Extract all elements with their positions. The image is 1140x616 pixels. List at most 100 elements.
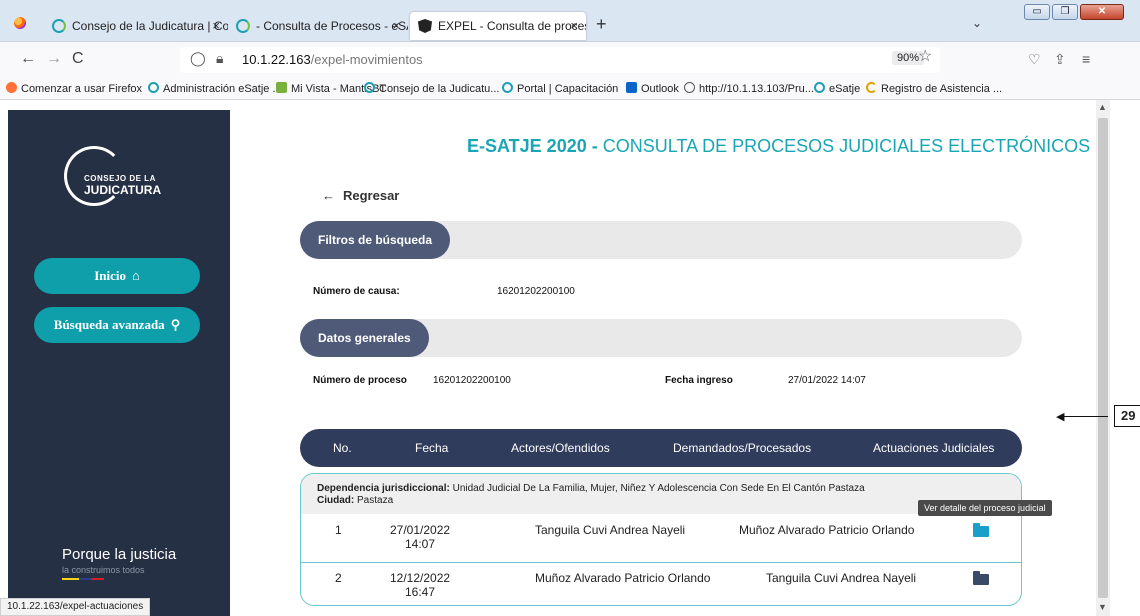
tab-expel[interactable]: EXPEL - Consulta de procesos ×	[410, 12, 586, 40]
forward-button[interactable]: →	[46, 50, 62, 68]
registro-icon	[866, 82, 877, 93]
dependencia-value: Unidad Judicial De La Familia, Mujer, Ni…	[449, 483, 865, 494]
angular-favicon-icon	[418, 19, 432, 33]
page-scrollbar[interactable]: ▲ ▼	[1096, 100, 1110, 616]
sidebar: CONSEJO DE LA JUDICATURA Inicio ⌂ Búsque…	[8, 110, 230, 616]
consejo-favicon-icon	[52, 19, 66, 33]
table-header: No. Fecha Actores/Ofendidos Demandados/P…	[300, 429, 1022, 467]
bookmark-item[interactable]: Registro de Asistencia ...	[866, 82, 1002, 95]
page-title: E-SATJE 2020 - CONSULTA DE PROCESOS JUDI…	[467, 136, 1090, 157]
globe-icon	[684, 82, 695, 93]
tab-esatje[interactable]: - Consulta de Procesos - eSATJE ×	[228, 12, 408, 40]
header-actuaciones: Actuaciones Judiciales	[873, 441, 995, 455]
filters-section-bar: Filtros de búsqueda	[300, 221, 1022, 259]
header-demandados: Demandados/Procesados	[673, 441, 812, 455]
consejo-favicon-icon	[814, 82, 825, 93]
cell-actor: Muñoz Alvarado Patricio Orlando	[535, 571, 711, 585]
folder-icon[interactable]	[973, 571, 989, 585]
header-actores: Actores/Ofendidos	[511, 441, 610, 455]
minimize-button[interactable]: ▭	[1024, 4, 1050, 20]
results-table: Dependencia jurisdiccional: Unidad Judic…	[300, 473, 1022, 606]
cell-demandado: Muñoz Alvarado Patricio Orlando	[739, 523, 915, 537]
back-button[interactable]: ←	[20, 50, 36, 68]
pocket-icon[interactable]: ♡	[1028, 51, 1041, 68]
inicio-button[interactable]: Inicio ⌂	[34, 258, 200, 294]
annotation-callout: 29	[1114, 405, 1140, 427]
bookmark-label: Outlook	[641, 83, 679, 95]
table-row: 1 27/01/2022 14:07 Tanguila Cuvi Andrea N…	[301, 515, 1021, 559]
tab-close-icon[interactable]: ×	[212, 18, 220, 33]
consejo-favicon-icon	[148, 82, 159, 93]
reload-button[interactable]: C	[72, 50, 84, 68]
cell-fecha: 27/01/2022 14:07	[390, 523, 450, 551]
bookmark-label: Administración eSatje ...	[163, 83, 282, 95]
consejo-favicon-icon	[364, 82, 375, 93]
insecure-lock-icon[interactable]: 🔒︎	[216, 50, 223, 67]
fecha-ingreso-value: 27/01/2022 14:07	[788, 375, 866, 386]
tab-close-icon[interactable]: ×	[392, 18, 400, 33]
cell-no: 1	[335, 523, 342, 537]
scroll-up-icon[interactable]: ▲	[1098, 102, 1107, 112]
dependencia-label: Dependencia jurisdiccional:	[317, 483, 450, 494]
bookmark-star-icon[interactable]: ☆	[918, 46, 932, 66]
logo-line2: JUDICATURA	[84, 183, 162, 197]
scroll-thumb[interactable]	[1098, 118, 1108, 598]
cell-time: 14:07	[404, 537, 436, 551]
bookmark-item[interactable]: Administración eSatje ...	[148, 82, 282, 95]
tab-title: Consejo de la Judicatura | Cons	[72, 19, 228, 33]
ciudad-label: Ciudad:	[317, 495, 355, 506]
inicio-label: Inicio	[94, 268, 126, 283]
url-host: 10.1.22.163	[242, 52, 311, 67]
search-icon: ⚲	[170, 317, 181, 332]
flag-stripe	[62, 578, 104, 580]
busqueda-avanzada-button[interactable]: Búsqueda avanzada ⚲	[34, 307, 200, 343]
tab-close-icon[interactable]: ×	[570, 18, 578, 33]
numero-proceso-label: Número de proceso	[313, 375, 407, 386]
consejo-judicatura-logo: CONSEJO DE LA JUDICATURA	[64, 146, 170, 208]
consejo-favicon-icon	[236, 19, 250, 33]
numero-causa-label: Número de causa:	[313, 286, 400, 297]
close-window-button[interactable]: ✕	[1080, 4, 1124, 20]
numero-proceso-value: 16201202200100	[433, 375, 511, 386]
new-tab-button[interactable]: +	[596, 14, 607, 35]
status-bar-url: 10.1.22.163/expel-actuaciones	[0, 598, 151, 616]
mantis-icon	[276, 82, 287, 93]
bookmark-label: Registro de Asistencia ...	[881, 83, 1003, 95]
page-content: CONSEJO DE LA JUDICATURA Inicio ⌂ Búsque…	[0, 100, 1140, 616]
outlook-icon	[626, 82, 637, 93]
maximize-button[interactable]: ❐	[1052, 4, 1078, 20]
numero-causa-value: 16201202200100	[497, 286, 575, 297]
tracking-shield-icon[interactable]: ◯	[190, 50, 206, 67]
back-arrow-icon: ←	[322, 188, 335, 203]
bookmark-item[interactable]: Consejo de la Judicatu...	[364, 82, 499, 95]
bookmark-item[interactable]: Outlook	[626, 82, 679, 95]
bookmark-item[interactable]: eSatje	[814, 82, 860, 95]
share-icon[interactable]: ⇪	[1054, 51, 1066, 68]
consejo-favicon-icon	[502, 82, 513, 93]
folder-icon[interactable]	[973, 523, 989, 537]
bookmark-item[interactable]: Comenzar a usar Firefox	[6, 82, 142, 95]
tab-bar: Consejo de la Judicatura | Cons × - Cons…	[0, 0, 1140, 42]
tab-consejo[interactable]: Consejo de la Judicatura | Cons ×	[44, 12, 228, 40]
cell-date: 12/12/2022	[390, 571, 451, 585]
navigation-bar: ← → C ◯ 🔒︎ 10.1.22.163/expel-movimientos…	[0, 42, 1140, 78]
address-bar[interactable]: ◯ 🔒︎ 10.1.22.163/expel-movimientos	[180, 47, 940, 73]
bookmark-item[interactable]: http://10.1.13.103/Pru...	[684, 82, 814, 95]
list-tabs-chevron-icon[interactable]: ⌄	[972, 16, 982, 30]
cell-actor: Tanguila Cuvi Andrea Nayeli	[535, 523, 686, 537]
page-title-bold: E-SATJE 2020 -	[467, 136, 598, 156]
back-link[interactable]: ← Regresar	[322, 188, 399, 203]
back-label: Regresar	[343, 188, 400, 203]
menu-icon[interactable]: ≡	[1082, 51, 1090, 67]
firefox-icon[interactable]	[14, 17, 26, 29]
page-title-rest: CONSULTA DE PROCESOS JUDICIALES ELECTRÓN…	[597, 136, 1091, 156]
url-text[interactable]: 10.1.22.163/expel-movimientos	[242, 52, 423, 67]
datos-section-title: Datos generales	[300, 319, 429, 357]
cell-time: 16:47	[404, 585, 436, 599]
scroll-down-icon[interactable]: ▼	[1098, 602, 1107, 612]
tab-title: - Consulta de Procesos - eSATJE	[256, 19, 408, 33]
annotation-arrow-head-icon: ◀	[1056, 411, 1065, 423]
cell-no: 2	[335, 571, 342, 585]
slogan-line1: Porque la justicia	[62, 546, 177, 563]
bookmark-item[interactable]: Portal | Capacitación	[502, 82, 618, 95]
